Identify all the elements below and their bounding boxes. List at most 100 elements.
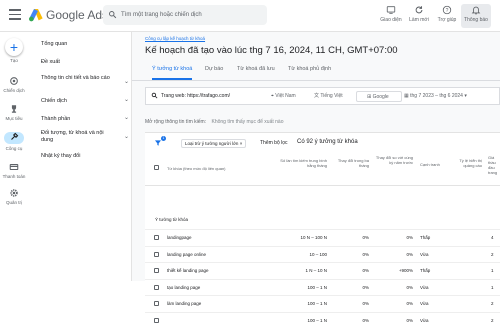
column-header[interactable]: Thay đổi so với cùng kỳ năm trước	[375, 155, 413, 165]
row-checkbox[interactable]	[154, 284, 159, 290]
admin-gear-icon	[10, 189, 18, 197]
side-navigation: Tổng quan Đề xuất Thông tin chi tiết và …	[28, 32, 132, 281]
column-header[interactable]: Thay đổi trong ba tháng	[333, 158, 369, 168]
search-input[interactable]: Tìm một trang hoặc chiến dịch	[103, 5, 267, 25]
column-header[interactable]: Tỷ lệ hiển thị quảng cáo	[452, 158, 482, 168]
top-bid-cell: 4	[491, 235, 494, 240]
table-row[interactable]: làm landing page 100 – 1 N 0% 0% Vừa 2	[145, 295, 500, 311]
location-value: Việt Nam	[275, 93, 296, 99]
row-checkbox[interactable]	[154, 301, 159, 306]
row-checkbox[interactable]	[154, 268, 159, 273]
rail-item-billing[interactable]: Thanh toán	[0, 162, 28, 179]
chevron-down-icon: ⌄	[123, 79, 129, 85]
date-range-value: thg 7 2023 – thg 6 2024	[410, 93, 463, 99]
rail-item-admin[interactable]: Quản trị	[0, 188, 28, 205]
nav-item-campaigns[interactable]: Chiến dịch ⌄	[41, 97, 129, 105]
table-row[interactable]: landing page online 10 – 100 0% 0% Vừa 2	[145, 245, 500, 262]
idea-count: Có 92 ý tưởng từ khóa	[297, 139, 358, 145]
row-checkbox[interactable]	[154, 317, 159, 323]
search-icon	[109, 11, 117, 19]
select-all-checkbox[interactable]	[154, 165, 159, 170]
campaign-icon	[10, 77, 18, 85]
keyword-cell: landing page online	[167, 251, 207, 257]
expand-label: Mở rộng thông tin tìm kiếm:	[145, 119, 207, 125]
row-checkbox[interactable]	[154, 235, 159, 240]
network-value: Google	[372, 94, 389, 100]
nav-item-change-history[interactable]: Nhật ký thay đổi	[41, 153, 129, 160]
language-filter[interactable]: 文 Tiếng Việt	[314, 91, 343, 102]
nav-item-recommendations[interactable]: Đề xuất	[41, 59, 129, 66]
three-month-change-cell: 0%	[362, 317, 369, 323]
website-filter[interactable]: Trang web: https://trafago.com/	[151, 92, 230, 99]
chevron-down-icon: ▾	[464, 93, 467, 99]
close-icon[interactable]: ×	[240, 141, 243, 146]
tabs-divider	[132, 80, 500, 81]
help-icon: ?	[442, 5, 452, 15]
nav-item-insights-reports[interactable]: Thông tin chi tiết và báo cáo ⌄	[41, 75, 129, 85]
keyword-table: Từ khóa (theo mức độ liên quan) Số lần t…	[145, 152, 500, 323]
yoy-change-cell: 0%	[406, 284, 413, 290]
date-range-filter[interactable]: ▦ thg 7 2023 – thg 6 2024 ▾	[404, 91, 467, 102]
three-month-change-cell: 0%	[362, 268, 369, 273]
competition-cell: Vừa	[420, 251, 429, 257]
top-bid-cell: 1	[491, 284, 494, 290]
tab-forecast[interactable]: Dự báo	[205, 66, 223, 80]
notifications-button[interactable]: Thông báo	[461, 4, 491, 28]
add-filter-button[interactable]: Thêm bộ lọc	[260, 140, 288, 146]
appearance-icon	[386, 6, 396, 14]
hamburger-menu-icon[interactable]	[9, 9, 21, 21]
rail-item-label: Mục tiêu	[5, 116, 23, 121]
rail-item-label: Quản trị	[5, 200, 22, 205]
competition-cell: Thấp	[420, 268, 431, 273]
rail-item-create[interactable]: + Tạo	[0, 38, 28, 63]
language-value: Tiếng Việt	[320, 93, 343, 99]
network-filter[interactable]: ⊞ Google	[356, 91, 402, 102]
help-button[interactable]: ? Trợ giúp	[432, 5, 462, 23]
volume-cell: 1 N – 10 N	[305, 268, 327, 273]
competition-cell: Vừa	[420, 317, 429, 323]
bell-icon	[471, 6, 481, 15]
top-bid-cell: 1	[491, 268, 494, 273]
nav-label: Thông tin chi tiết và báo cáo	[41, 75, 110, 81]
search-icon	[151, 92, 158, 99]
trophy-icon	[11, 105, 17, 113]
refresh-button[interactable]: Làm mới	[404, 5, 434, 23]
nav-label: Đối tượng, từ khoá và nội dung	[41, 130, 104, 143]
keyword-cell: làm landing page	[167, 301, 202, 306]
brand-name: Google Ads	[46, 8, 109, 22]
breadcrumb[interactable]: Công cụ lập kế hoạch từ khoá	[145, 36, 205, 41]
top-bid-cell: 2	[491, 317, 494, 323]
tab-keyword-ideas[interactable]: Ý tưởng từ khoá	[152, 66, 193, 80]
keyword-cell: tạo landing page	[167, 284, 201, 290]
column-header[interactable]: Số lần tìm kiếm trung bình hằng tháng	[277, 158, 327, 168]
group-label: Ý tưởng từ khóa	[155, 217, 188, 222]
refresh-icon	[415, 6, 423, 14]
table-row[interactable]: 100 – 1 N 0% 0% Vừa 2	[145, 311, 500, 328]
row-checkbox[interactable]	[154, 251, 159, 257]
plus-icon: +	[5, 38, 23, 56]
column-header[interactable]: Từ khóa (theo mức độ liên quan)	[167, 166, 247, 171]
filter-count-badge: 1	[161, 136, 166, 141]
rail-item-campaigns[interactable]: Chiến dịch	[0, 76, 28, 93]
exclude-adult-chip[interactable]: Loại trừ ý tưởng người lớn ×	[181, 139, 247, 148]
column-header[interactable]: Giá thầu đầu trang	[488, 155, 500, 175]
rail-item-goals[interactable]: Mục tiêu	[0, 104, 28, 121]
expand-hint: Không tìm thấy mục để xuất nào	[211, 119, 284, 125]
table-row[interactable]: thiết kế landing page 1 N – 10 N 0% +900% Th…	[145, 262, 500, 278]
chevron-down-icon: ⌄	[123, 115, 129, 121]
appearance-button[interactable]: Giao diện	[376, 5, 406, 23]
yoy-change-cell: 0%	[406, 301, 413, 306]
table-row[interactable]: landingpage 10 N – 100 N 0% 0% Thấp 4	[145, 229, 500, 245]
nav-item-overview[interactable]: Tổng quan	[41, 41, 129, 48]
google-ads-logo-icon[interactable]	[28, 7, 44, 23]
svg-text:?: ?	[446, 8, 449, 14]
refresh-label: Làm mới	[409, 17, 429, 23]
nav-item-assets[interactable]: Thành phần ⌄	[41, 115, 129, 123]
rail-item-tools[interactable]: Công cụ	[0, 132, 28, 151]
tab-saved-keywords[interactable]: Từ khoá đã lưu	[237, 66, 275, 80]
column-header[interactable]: Cạnh tranh	[420, 162, 448, 167]
nav-item-audiences-keywords[interactable]: Đối tượng, từ khoá và nội dung ⌄	[41, 130, 129, 144]
nav-label: Thành phần	[41, 116, 71, 122]
tab-negative-keywords[interactable]: Từ khoá phủ định	[288, 66, 331, 80]
location-filter[interactable]: ⌖ Việt Nam	[271, 91, 296, 102]
